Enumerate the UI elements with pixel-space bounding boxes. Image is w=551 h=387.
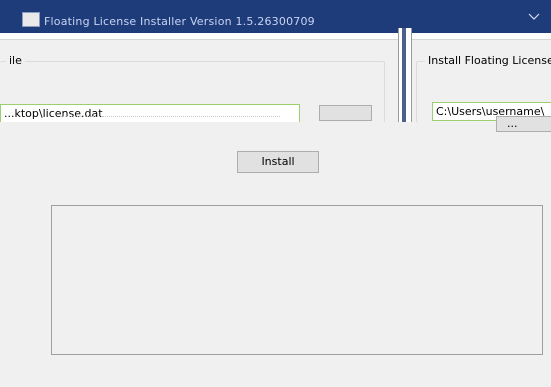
license-file-path-field[interactable]: ...ktop\license.dat — [0, 104, 300, 123]
install-button[interactable]: Install — [237, 151, 319, 173]
chevron-down-icon[interactable] — [528, 10, 540, 22]
panel-splitter[interactable] — [398, 28, 412, 122]
separator-line — [60, 116, 280, 117]
title-bar: Floating License Installer Version 1.5.2… — [0, 0, 551, 33]
install-floating-license-legend: Install Floating License — [425, 54, 551, 67]
license-file-group-legend: ile — [6, 54, 25, 67]
toolbar-strip — [0, 33, 551, 40]
browse-install-path-button[interactable]: ... — [496, 116, 551, 132]
window-title: Floating License Installer Version 1.5.2… — [44, 15, 315, 28]
browse-license-file-button[interactable] — [319, 105, 372, 121]
log-output-area[interactable] — [51, 205, 543, 355]
app-icon — [22, 12, 40, 27]
